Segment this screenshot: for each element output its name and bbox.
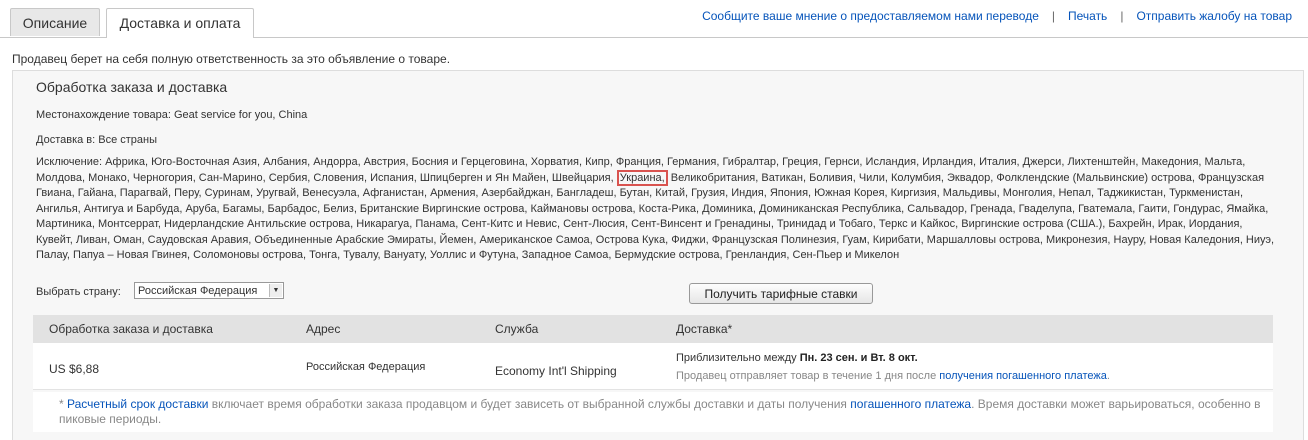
report-item-link[interactable]: Отправить жалобу на товар [1136, 9, 1292, 23]
dispatch-text: Продавец отправляет товар в течение 1 дн… [676, 370, 937, 382]
estimated-delivery-link[interactable]: Расчетный срок доставки [67, 397, 208, 411]
dispatch-info: Продавец отправляет товар в течение 1 дн… [676, 370, 1110, 382]
country-select-label: Выбрать страну: [36, 286, 121, 298]
exclusions-list: Исключение: Африка, Юго-Восточная Азия, … [36, 155, 1281, 264]
section-title: Обработка заказа и доставка [36, 79, 228, 95]
shipping-section: Обработка заказа и доставка Местонахожде… [12, 70, 1304, 440]
dropdown-arrow-icon[interactable]: ▼ [269, 284, 282, 297]
top-links: Сообщите ваше мнение о предоставляемом н… [702, 9, 1292, 23]
column-header: Обработка заказа и доставка [49, 322, 213, 336]
country-select-value: Российская Федерация [138, 285, 258, 297]
separator: | [1120, 9, 1124, 23]
column-header: Адрес [306, 322, 341, 336]
shipping-service: Economy Int'l Shipping [495, 364, 617, 378]
table-row: US $6,88 Российская Федерация Economy In… [33, 343, 1273, 390]
shipping-address: Российская Федерация [306, 361, 426, 373]
highlighted-country: Украина, [616, 169, 668, 186]
tabs-bar: Описание Доставка и оплата Сообщите ваше… [0, 0, 1308, 38]
translation-feedback-link[interactable]: Сообщите ваше мнение о предоставляемом н… [702, 9, 1039, 23]
cleared-payment-link[interactable]: получения погашенного платежа [939, 370, 1107, 382]
delivery-prefix: Приблизительно между [676, 352, 797, 364]
tab-description[interactable]: Описание [10, 8, 100, 36]
cleared-payment-footnote-link[interactable]: погашенного платежа [850, 397, 971, 411]
column-header: Служба [495, 322, 539, 336]
item-location: Местонахождение товара: Geat service for… [36, 109, 308, 121]
delivery-estimate: Приблизительно между Пн. 23 сен. и Вт. 8… [676, 352, 918, 364]
country-select[interactable]: Российская Федерация ▼ [134, 282, 284, 299]
footnote-text: включает время обработки заказа продавцо… [211, 397, 847, 411]
shipping-rates-table: Обработка заказа и доставка Адрес Служба… [33, 315, 1273, 390]
table-header: Обработка заказа и доставка Адрес Служба… [33, 315, 1273, 343]
ships-to: Доставка в: Все страны [36, 134, 158, 146]
shipping-price: US $6,88 [49, 362, 100, 376]
dispatch-end: . [1106, 370, 1110, 382]
delivery-dates: Пн. 23 сен. и Вт. 8 окт. [799, 352, 918, 364]
print-link[interactable]: Печать [1068, 9, 1107, 23]
delivery-footnote: * Расчетный срок доставки включает время… [33, 392, 1273, 432]
get-rates-button[interactable]: Получить тарифные ставки [689, 283, 873, 304]
seller-responsibility-note: Продавец берет на себя полную ответствен… [12, 52, 451, 66]
separator: | [1051, 9, 1055, 23]
column-header: Доставка* [676, 322, 733, 336]
tab-shipping-payment[interactable]: Доставка и оплата [106, 8, 254, 38]
footnote-star: * [59, 397, 64, 411]
